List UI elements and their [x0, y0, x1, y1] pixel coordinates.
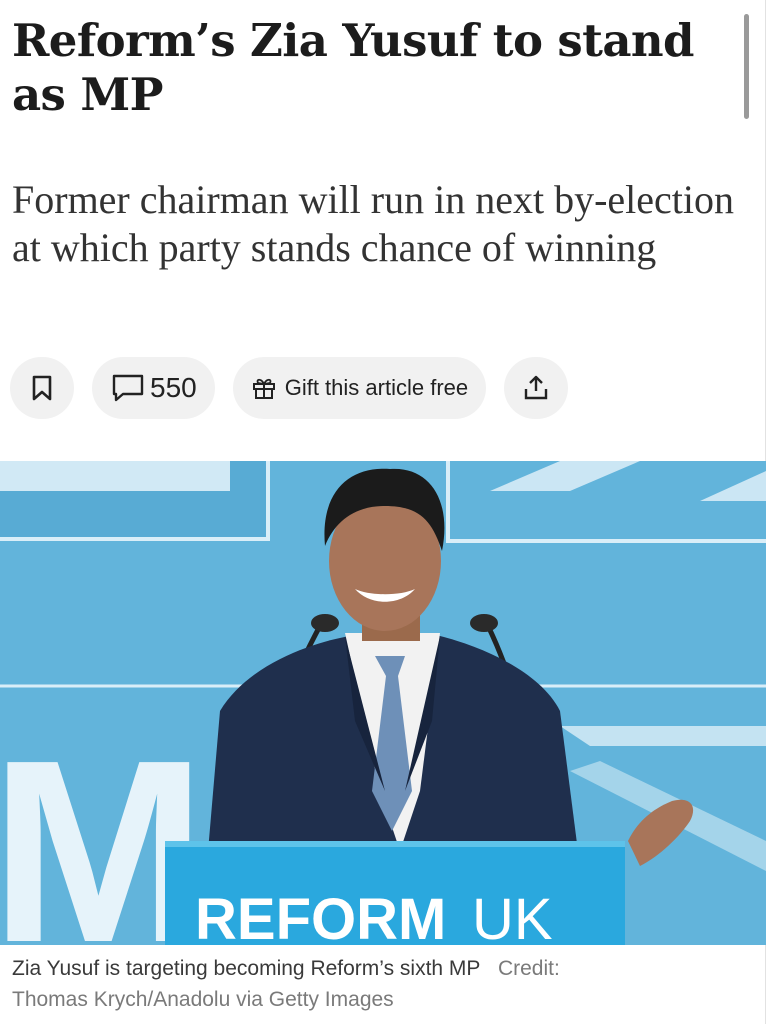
article-headline: Reform’s Zia Yusuf to stand as MP [12, 14, 695, 121]
scrollbar[interactable] [744, 14, 749, 119]
comments-button[interactable]: 550 [92, 357, 215, 419]
article-subheadline: Former chairman will run in next by-elec… [12, 177, 735, 270]
share-button[interactable] [504, 357, 569, 419]
podium-text-light: UK [472, 887, 553, 945]
article-hero-image: M REFORM UK [0, 461, 766, 945]
comment-icon [110, 373, 146, 403]
caption-text: Zia Yusuf is targeting becoming Reform’s… [12, 957, 481, 980]
comment-count: 550 [150, 372, 197, 403]
bookmark-icon [31, 375, 53, 401]
article-page: Reform’s Zia Yusuf to stand as MP Former… [0, 0, 766, 1024]
hero-photo-illustration: M REFORM UK [0, 461, 766, 945]
gift-icon [251, 375, 277, 401]
gift-article-label: Gift this article free [284, 375, 469, 400]
caption-credit: Thomas Krych/Anadolu via Getty Images [12, 988, 394, 1011]
gift-article-button[interactable]: Gift this article free [232, 357, 487, 419]
share-icon [523, 374, 549, 402]
podium-text-bold: REFORM [195, 887, 446, 945]
image-caption: Zia Yusuf is targeting becoming Reform’s… [12, 953, 752, 1015]
article-actions-bar: 550 Gift this article free [10, 356, 569, 420]
caption-credit-label: Credit: [497, 957, 560, 980]
bookmark-button[interactable] [10, 357, 74, 419]
